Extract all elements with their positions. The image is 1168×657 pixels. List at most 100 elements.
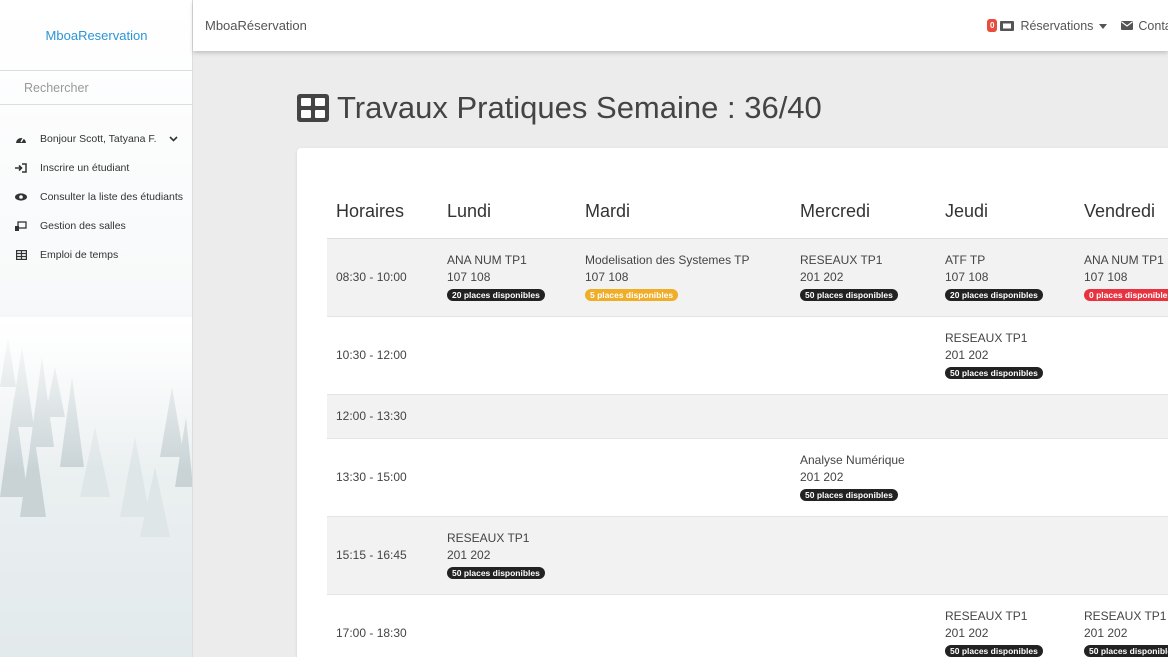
- schedule-cell: [1075, 393, 1168, 438]
- sidebar-item-salles[interactable]: Gestion des salles: [0, 211, 192, 240]
- course-name: RESEAUX TP1: [1084, 608, 1167, 623]
- room-icon: [15, 220, 27, 232]
- course-entry[interactable]: ATF TP 107 108 20 places disponibles: [945, 252, 1075, 303]
- sidebar-nav: Bonjour Scott, Tatyana F. Inscrire un ét…: [0, 124, 192, 269]
- availability-badge: 20 places disponibles: [945, 288, 1043, 301]
- schedule-cell[interactable]: Analyse Numérique 201 202 50 places dispon…: [791, 437, 936, 516]
- schedule-cell: [936, 515, 1075, 594]
- schedule-cell: [438, 393, 576, 438]
- search-input[interactable]: Rechercher: [0, 72, 192, 105]
- availability-badge: 20 places disponibles: [447, 288, 545, 301]
- forest-background-image: [0, 317, 192, 657]
- column-header-mercredi: Mercredi: [791, 186, 936, 239]
- course-name: Analyse Numérique: [800, 452, 905, 467]
- course-name: RESEAUX TP1: [447, 530, 530, 545]
- course-room: 201 202: [447, 547, 491, 562]
- schedule-cell[interactable]: RESEAUX TP1 201 202 50 places disponibles: [936, 315, 1075, 394]
- schedule-cell: [936, 437, 1075, 516]
- schedule-cell: [576, 393, 791, 438]
- table-row: 10:30 - 12:00 RESEAUX TP1 201 202 50 places…: [327, 315, 1168, 394]
- availability-badge: 50 places disponibles: [945, 366, 1043, 379]
- reservations-dropdown[interactable]: Réservations: [1020, 18, 1108, 33]
- schedule-card: Horaires Lundi Mardi Mercredi Jeudi Vend…: [297, 148, 1168, 657]
- column-header-mardi: Mardi: [576, 186, 791, 239]
- schedule-cell[interactable]: ANA NUM TP1 107 108 0 places disponibles: [1075, 237, 1168, 316]
- dashboard-icon: [15, 133, 27, 145]
- course-room: 107 108: [945, 269, 989, 284]
- course-room: 201 202: [800, 269, 844, 284]
- course-room: 107 108: [447, 269, 491, 284]
- course-entry[interactable]: RESEAUX TP1 201 202 50 places disponibles: [447, 530, 576, 581]
- table-header-row: Horaires Lundi Mardi Mercredi Jeudi Vend…: [327, 186, 1168, 239]
- schedule-cell[interactable]: ATF TP 107 108 20 places disponibles: [936, 237, 1075, 316]
- brand-link[interactable]: MboaReservation: [0, 0, 192, 71]
- table-icon: [15, 249, 27, 261]
- schedule-cell: [791, 515, 936, 594]
- th-large-icon: [297, 94, 329, 122]
- course-entry[interactable]: RESEAUX TP1 201 202 50 places disponibles: [800, 252, 936, 303]
- caret-down-icon: [1099, 23, 1108, 29]
- topbar-actions: 0 Réservations Contact: [987, 0, 1168, 51]
- sidebar-item-emploi[interactable]: Emploi de temps: [0, 240, 192, 269]
- schedule-cell: [576, 437, 791, 516]
- ticket-icon: [1000, 20, 1015, 31]
- time-slot-cell: 17:00 - 18:30: [327, 593, 438, 657]
- schedule-cell: [936, 393, 1075, 438]
- course-room: 201 202: [800, 469, 844, 484]
- topbar-title[interactable]: MboaRéservation: [205, 0, 307, 51]
- reservations-label: Réservations: [1020, 18, 1094, 33]
- sign-in-icon: [15, 162, 27, 174]
- sidebar-item-label: Consulter la liste des étudiants: [40, 190, 183, 203]
- time-slot-cell: 13:30 - 15:00: [327, 437, 438, 516]
- contact-link[interactable]: Contact: [1138, 19, 1168, 33]
- table-row: 17:00 - 18:30 RESEAUX TP1 201 202 50 places…: [327, 593, 1168, 657]
- sidebar-item-consulter[interactable]: Consulter la liste des étudiants: [0, 182, 192, 211]
- sidebar-item-user-menu[interactable]: Bonjour Scott, Tatyana F.: [0, 124, 192, 153]
- schedule-cell: [576, 593, 791, 657]
- availability-badge: 5 places disponibles: [585, 288, 679, 301]
- envelope-icon: [1121, 21, 1134, 30]
- table-row: 13:30 - 15:00 Analyse Numérique 201 202 50 …: [327, 437, 1168, 516]
- availability-badge: 50 places disponibles: [800, 488, 898, 501]
- topbar: MboaRéservation 0 Réservations Contact: [193, 0, 1168, 51]
- schedule-cell: [438, 593, 576, 657]
- course-name: RESEAUX TP1: [800, 252, 883, 267]
- schedule-cell[interactable]: RESEAUX TP1 201 202 50 places disponibles: [1075, 593, 1168, 657]
- availability-badge: 50 places disponibles: [945, 644, 1043, 657]
- course-entry[interactable]: ANA NUM TP1 107 108 20 places disponibles: [447, 252, 576, 303]
- column-header-lundi: Lundi: [438, 186, 576, 239]
- course-entry[interactable]: Analyse Numérique 201 202 50 places dispon…: [800, 452, 936, 503]
- schedule-cell[interactable]: RESEAUX TP1 201 202 50 places disponibles: [936, 593, 1075, 657]
- time-slot-cell: 10:30 - 12:00: [327, 315, 438, 394]
- course-entry[interactable]: RESEAUX TP1 201 202 50 places disponibles: [1084, 608, 1168, 657]
- course-name: ANA NUM TP1: [1084, 252, 1164, 267]
- schedule-cell: [576, 515, 791, 594]
- course-entry[interactable]: RESEAUX TP1 201 202 50 places disponibles: [945, 608, 1075, 657]
- schedule-cell[interactable]: Modelisation des Systemes TP 107 108 5 pla…: [576, 237, 791, 316]
- course-entry[interactable]: Modelisation des Systemes TP 107 108 5 pla…: [585, 252, 791, 303]
- table-row: 08:30 - 10:00 ANA NUM TP1 107 108 20 places…: [327, 237, 1168, 316]
- sidebar-item-inscrire[interactable]: Inscrire un étudiant: [0, 153, 192, 182]
- schedule-cell: [438, 437, 576, 516]
- course-name: ANA NUM TP1: [447, 252, 527, 267]
- course-entry[interactable]: ANA NUM TP1 107 108 0 places disponibles: [1084, 252, 1168, 303]
- chevron-down-icon[interactable]: [169, 133, 178, 145]
- table-row: 15:15 - 16:45 RESEAUX TP1 201 202 50 places…: [327, 515, 1168, 594]
- course-name: Modelisation des Systemes TP: [585, 252, 750, 267]
- schedule-cell[interactable]: RESEAUX TP1 201 202 50 places disponibles: [438, 515, 576, 594]
- course-room: 201 202: [945, 625, 989, 640]
- schedule-cell[interactable]: ANA NUM TP1 107 108 20 places disponibles: [438, 237, 576, 316]
- course-room: 107 108: [1084, 269, 1128, 284]
- sidebar-item-label: Inscrire un étudiant: [40, 161, 130, 174]
- availability-badge: 0 places disponibles: [1084, 288, 1168, 301]
- sidebar-item-label: Gestion des salles: [40, 219, 126, 232]
- course-name: RESEAUX TP1: [945, 330, 1028, 345]
- schedule-cell[interactable]: RESEAUX TP1 201 202 50 places disponibles: [791, 237, 936, 316]
- course-entry[interactable]: RESEAUX TP1 201 202 50 places disponibles: [945, 330, 1075, 381]
- course-name: RESEAUX TP1: [945, 608, 1028, 623]
- column-header-horaires: Horaires: [327, 186, 438, 239]
- reservations-count-badge: 0: [987, 19, 998, 32]
- time-slot-cell: 15:15 - 16:45: [327, 515, 438, 594]
- course-room: 201 202: [945, 347, 989, 362]
- sidebar-item-label: Bonjour Scott, Tatyana F.: [40, 132, 157, 145]
